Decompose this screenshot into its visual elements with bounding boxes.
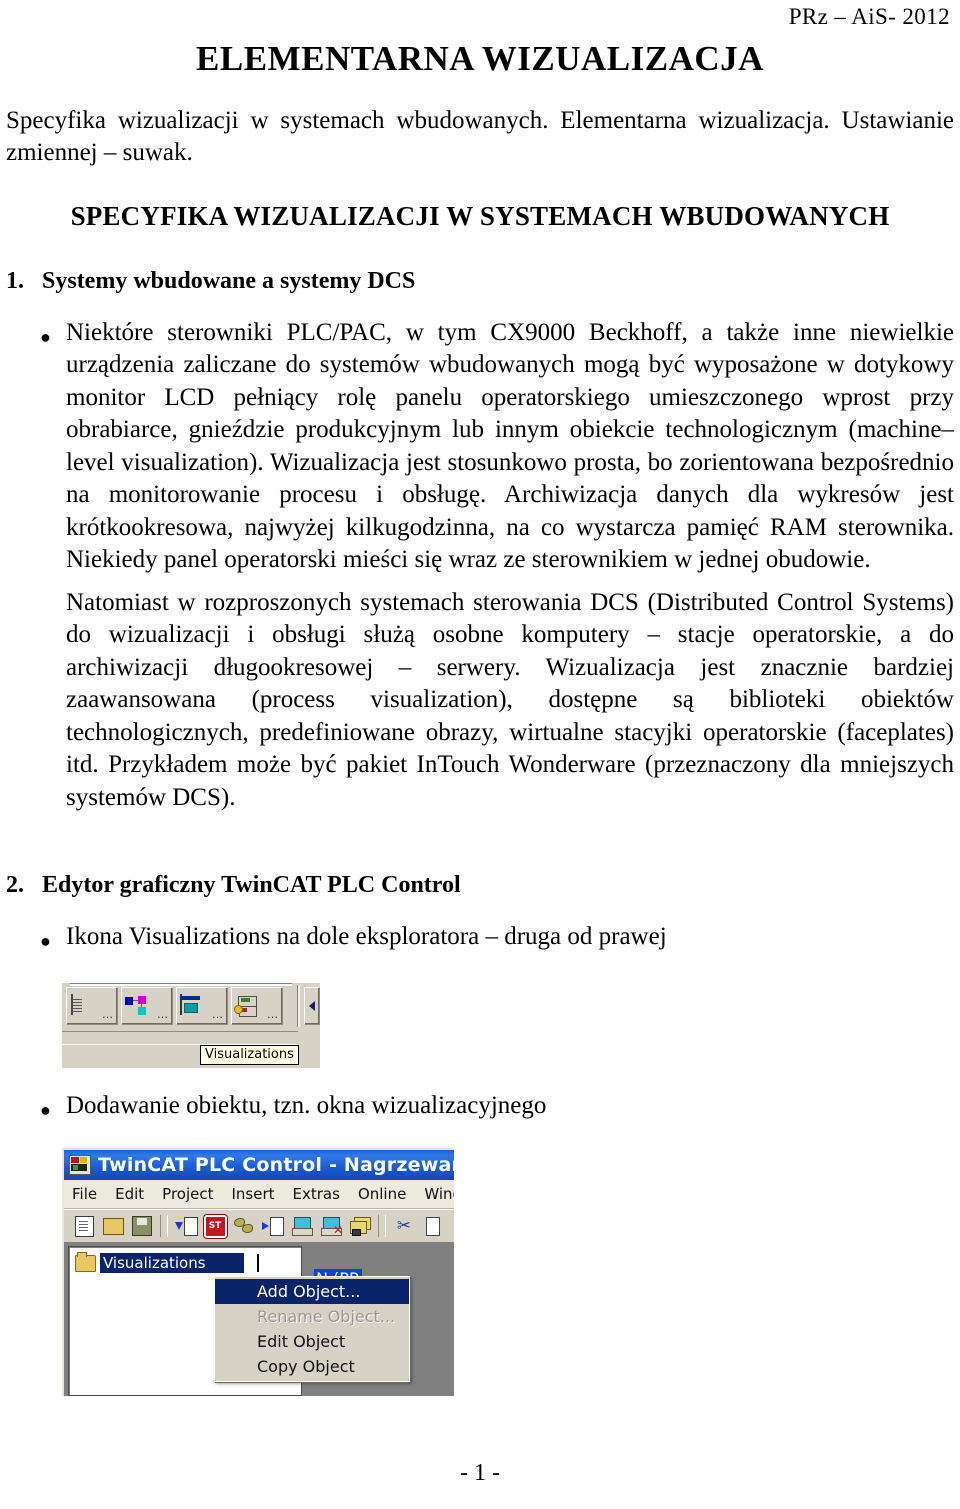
paragraph-text-dcs-systems: Natomiast w rozproszonych systemach ster… [66, 588, 954, 811]
screenshot-explorer-tabstrip: … … … … Visualizations [62, 981, 320, 1068]
pou-document-icon [69, 993, 93, 1017]
save-disk-icon [132, 1216, 152, 1236]
data-types-icon [124, 995, 148, 1017]
tree-item-label: Visualizations [100, 1253, 244, 1273]
tab-ellipsis-label: … [267, 1007, 279, 1021]
bullet-item: Ikona Visualizations na dole eksplorator… [0, 899, 960, 954]
tree-item-visualizations[interactable]: Visualizations [75, 1251, 301, 1273]
section-label-2: Edytor graficzny TwinCAT PLC Control [42, 872, 461, 898]
step-into-icon [262, 1222, 269, 1230]
screenshot-twincat-plc-control: TwinCAT PLC Control - Nagrzewanie.pro Fi… [62, 1148, 454, 1396]
tabstrip-scroll-left-button[interactable] [304, 986, 320, 1025]
stop-button[interactable]: ST [201, 1212, 229, 1240]
bullet-dot-icon [40, 921, 66, 954]
bullet-item: Niektóre sterowniki PLC/PAC, w tym CX900… [0, 295, 960, 577]
explorer-tab-pous[interactable]: … [66, 986, 118, 1025]
section-heading-1: 1. Systemy wbudowane a systemy DCS [0, 232, 960, 295]
context-menu-item-rename-object: Rename Object... [257, 1307, 396, 1326]
panel-divider [70, 982, 292, 986]
explorer-tab-visualizations[interactable]: … [176, 986, 228, 1025]
window-titlebar: TwinCAT PLC Control - Nagrzewanie.pro [64, 1150, 454, 1180]
menu-bar: File Edit Project Insert Extras Online W… [64, 1180, 454, 1209]
menu-item-file[interactable]: File [72, 1185, 97, 1203]
new-file-button[interactable] [70, 1212, 98, 1240]
twincat-app-icon [69, 1155, 91, 1175]
window-work-area: N (PR ROGR AR Visualizations Add Object.… [64, 1242, 454, 1396]
tabstrip-separator [297, 984, 300, 1027]
toolbar-separator [160, 1215, 168, 1237]
section-number-1: 1. [6, 267, 24, 294]
login-icon [292, 1217, 313, 1236]
menu-item-online[interactable]: Online [358, 1185, 406, 1203]
menu-item-project[interactable]: Project [162, 1185, 213, 1203]
cut-button[interactable]: ✂ [390, 1212, 418, 1240]
document-page: PRz – AiS- 2012 ELEMENTARNA WIZUALIZACJA… [0, 0, 960, 1509]
page-number: - 1 - [460, 1460, 500, 1486]
text-caret [257, 1254, 259, 1272]
toolbar: ST ✕ ✂ [64, 1209, 454, 1244]
folder-icon [75, 1251, 96, 1272]
document-subtitle: Specyfika wizualizacji w systemach wbudo… [6, 106, 954, 166]
tab-ellipsis-label: … [102, 1007, 114, 1021]
menu-item-edit[interactable]: Edit [115, 1185, 144, 1203]
section-heading-2: 2. Edytor graficzny TwinCAT PLC Control [0, 814, 960, 899]
status-band [62, 1030, 298, 1045]
logout-icon: ✕ [321, 1217, 343, 1236]
open-folder-icon [102, 1217, 124, 1235]
running-header: PRz – AiS- 2012 [788, 4, 950, 29]
tab-ellipsis-label: … [157, 1007, 169, 1021]
explorer-tab-strip: … … … … [66, 986, 283, 1025]
bullet-text-add-object: Dodawanie obiektu, tzn. okna wizualizacy… [66, 1091, 547, 1119]
bullet-text-dcs: Niektóre sterowniki PLC/PAC, w tym CX900… [66, 318, 954, 574]
menu-item-extras[interactable]: Extras [293, 1185, 340, 1203]
bullet-item: Dodawanie obiektu, tzn. okna wizualizacy… [0, 1068, 960, 1123]
flags-icon [350, 1217, 371, 1236]
resources-icon [234, 995, 258, 1017]
context-menu-item-add-object[interactable]: Add Object... [215, 1279, 409, 1304]
bullet-dot-icon [40, 317, 66, 577]
menu-item-window[interactable]: Window [424, 1185, 454, 1203]
download-button[interactable] [172, 1212, 200, 1240]
centered-section-heading: SPECYFIKA WIZUALIZACJI W SYSTEMACH WBUDO… [70, 200, 890, 231]
stop-icon: ST [203, 1214, 227, 1238]
paragraph-block: Natomiast w rozproszonych systemach ster… [0, 577, 960, 815]
download-target-icon [183, 1216, 198, 1236]
cut-scissors-icon: ✂ [396, 1215, 412, 1236]
menu-item-insert[interactable]: Insert [232, 1185, 275, 1203]
step-over-icon [234, 1218, 254, 1234]
flags-button[interactable] [346, 1212, 374, 1240]
scroll-left-arrow-icon [309, 1000, 315, 1011]
context-menu-item-edit-object[interactable]: Edit Object [215, 1329, 409, 1354]
context-menu[interactable]: Add Object... Rename Object... Edit Obje… [214, 1276, 410, 1382]
step-into-target-icon [270, 1216, 284, 1236]
section-label-1: Systemy wbudowane a systemy DCS [42, 267, 416, 294]
explorer-tab-data-types[interactable]: … [121, 986, 173, 1025]
bullet-dot-icon [40, 1090, 66, 1123]
tooltip-visualizations: Visualizations [200, 1044, 299, 1065]
download-icon [174, 1222, 183, 1230]
context-menu-item-copy-object[interactable]: Copy Object [215, 1354, 409, 1379]
logout-button[interactable]: ✕ [317, 1212, 345, 1240]
login-button[interactable] [288, 1212, 316, 1240]
step-over-button[interactable] [230, 1212, 258, 1240]
section-number-2: 2. [6, 872, 24, 898]
toolbar-separator [378, 1215, 386, 1237]
window-title-text: TwinCAT PLC Control - Nagrzewanie.pro [98, 1154, 454, 1176]
copy-button[interactable] [419, 1212, 447, 1240]
open-file-button[interactable] [99, 1212, 127, 1240]
step-into-button[interactable] [259, 1212, 287, 1240]
explorer-tab-resources[interactable]: … [231, 986, 283, 1025]
save-file-button[interactable] [128, 1212, 156, 1240]
bullet-text-visualizations-icon: Ikona Visualizations na dole eksplorator… [66, 923, 667, 950]
copy-icon [426, 1216, 440, 1236]
visualizations-window-icon [179, 993, 203, 1017]
new-file-icon [74, 1215, 94, 1237]
tab-ellipsis-label: … [212, 1007, 224, 1021]
